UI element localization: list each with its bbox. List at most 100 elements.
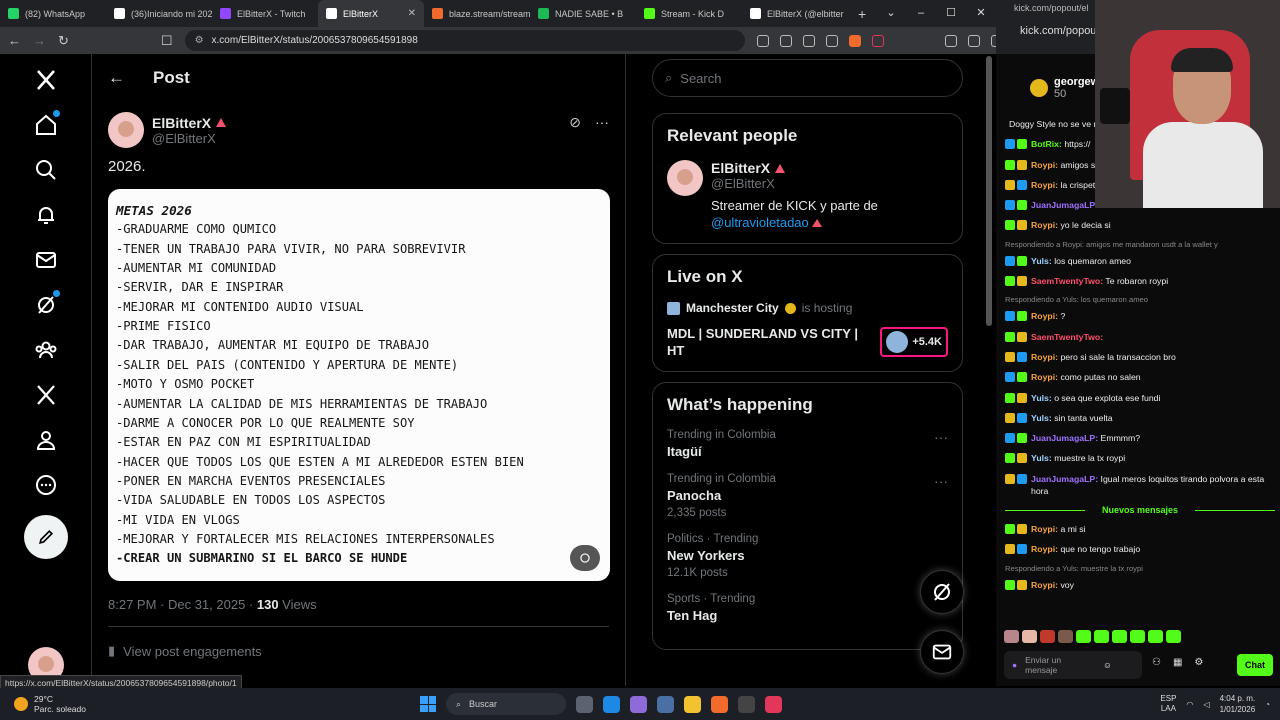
chat-input[interactable]: ● Enviar un mensaje ☺ (1004, 651, 1142, 679)
back-arrow-icon[interactable]: ← (108, 68, 125, 88)
chat-message[interactable]: Roypi: que no tengo trabajo (1005, 543, 1275, 555)
chat-username[interactable]: Roypi: (1031, 311, 1058, 321)
chat-message[interactable]: Roypi: a mi si (1005, 523, 1275, 535)
emote[interactable] (1076, 630, 1091, 643)
browser-tab[interactable]: (82) WhatsApp (0, 0, 106, 27)
chat-message[interactable]: JuanJumagaLP: Igual meros loquitos tiran… (1005, 473, 1275, 497)
chat-username[interactable]: Roypi: (1031, 372, 1058, 382)
relevant-person[interactable]: ElBitterX @ElBitterX Streamer de KICK y … (667, 160, 948, 231)
chat-message[interactable]: JuanJumagaLP: Emmmm? (1005, 432, 1275, 444)
trend-more-icon[interactable]: ··· (934, 473, 948, 489)
settings-icon[interactable]: ⚙ (1194, 657, 1203, 668)
trend-item[interactable]: Trending in Colombia Panocha 2,335 posts ··… (667, 473, 948, 519)
brave-rewards-icon[interactable] (871, 34, 884, 47)
author-handle[interactable]: @ElBitterX (152, 131, 226, 146)
emote[interactable] (1040, 630, 1055, 643)
chat-message[interactable]: Roypi: ? (1005, 310, 1275, 322)
x-logo-icon[interactable] (24, 58, 68, 102)
profile-icon[interactable] (24, 418, 68, 462)
notifications-bell-icon[interactable]: ◔ (1265, 700, 1270, 709)
wifi-icon[interactable]: ◠ (1186, 700, 1193, 709)
translate-icon[interactable] (779, 34, 792, 47)
browser-tab[interactable]: ElBitterX (@elbitter (742, 0, 848, 27)
grok-float-button[interactable] (920, 570, 964, 614)
home-icon[interactable] (24, 103, 68, 147)
chat-username[interactable]: Roypi: (1031, 524, 1058, 534)
taskbar-search[interactable]: ⌕ Buscar (446, 693, 566, 715)
premium-icon[interactable] (24, 373, 68, 417)
view-engagements-link[interactable]: ▮ View post engagements (108, 643, 609, 659)
browser-tab[interactable]: blaze.stream/stream (424, 0, 530, 27)
emote[interactable] (1112, 630, 1127, 643)
app-icon[interactable] (765, 695, 782, 713)
chat-message[interactable]: Roypi: pero si sale la transaccion bro (1005, 351, 1275, 363)
emote[interactable] (1166, 630, 1181, 643)
chat-message[interactable]: Yuls: sin tanta vuelta (1005, 412, 1275, 424)
emoji-icon[interactable]: ☺ (1103, 660, 1112, 670)
maximize-button[interactable]: ☐ (936, 0, 966, 27)
volume-icon[interactable]: ◁ (1203, 700, 1209, 709)
browser-tab[interactable]: NADIE SABE • B (530, 0, 636, 27)
author-name[interactable]: ElBitterX (152, 115, 211, 131)
grok-explain-icon[interactable]: ⊘ (569, 114, 581, 131)
messages-icon[interactable] (24, 238, 68, 282)
chat-username[interactable]: Roypi: (1031, 160, 1058, 170)
messages-float-button[interactable] (920, 630, 964, 674)
browser-tab[interactable]: ElBitterX ✕ (318, 0, 424, 27)
notifications-icon[interactable] (24, 193, 68, 237)
minimize-button[interactable]: – (906, 0, 936, 27)
more-icon[interactable] (24, 463, 68, 507)
obs-icon[interactable] (738, 695, 755, 713)
zoom-icon[interactable] (802, 34, 815, 47)
chat-username[interactable]: Yuls: (1031, 393, 1052, 403)
extension-icon-2[interactable] (944, 34, 957, 47)
chat-username[interactable]: Yuls: (1031, 256, 1052, 266)
chat-username[interactable]: Yuls: (1031, 413, 1052, 423)
close-window-button[interactable]: ✕ (966, 0, 996, 27)
chat-username[interactable]: Yuls: (1031, 453, 1052, 463)
chat-username[interactable]: JuanJumagaLP: (1031, 200, 1098, 210)
close-tab-icon[interactable]: ✕ (408, 8, 416, 19)
new-messages-divider[interactable]: Nuevos mensajes (1005, 505, 1275, 515)
trend-item[interactable]: Trending in Colombia Itagüí ··· (667, 429, 948, 459)
site-info-icon[interactable]: ⚙ (195, 35, 204, 46)
chat-username[interactable]: Roypi: (1031, 580, 1058, 590)
mic-icon[interactable]: ● (1012, 660, 1017, 670)
kick-user-chip[interactable]: georgew 50 (1030, 76, 1099, 100)
browser-tab[interactable]: (36)Iniciando mi 202 (106, 0, 212, 27)
chat-username[interactable]: BotRix: (1031, 139, 1062, 149)
chat-message[interactable]: Roypi: como putas no salen (1005, 371, 1275, 383)
live-host[interactable]: Manchester City is hosting (667, 301, 948, 315)
new-tab-button[interactable]: + (848, 0, 876, 27)
emote[interactable] (1022, 630, 1037, 643)
browser-tab[interactable]: ElBitterX - Twitch (212, 0, 318, 27)
post-image[interactable]: METAS 2026 -GRADUARME COMO QUMICO -TENER … (108, 189, 610, 581)
emote[interactable] (1004, 630, 1019, 643)
tab-search-icon[interactable]: ⌄ (876, 0, 906, 27)
person-avatar[interactable] (667, 160, 703, 196)
share-icon[interactable] (825, 34, 838, 47)
chat-username[interactable]: Roypi: (1031, 544, 1058, 554)
forward-icon[interactable]: → (33, 33, 46, 48)
store-icon[interactable] (657, 695, 674, 713)
copilot-icon[interactable] (630, 695, 647, 713)
chat-message[interactable]: Yuls: o sea que explota ese fundi (1005, 392, 1275, 404)
chat-username[interactable]: Roypi: (1031, 220, 1058, 230)
trend-more-icon[interactable]: ··· (934, 429, 948, 445)
communities-icon[interactable] (24, 328, 68, 372)
chat-message[interactable]: Roypi: voy (1005, 579, 1275, 591)
chat-message[interactable]: Roypi: yo le decia si (1005, 219, 1275, 231)
chat-username[interactable]: SaemTwentyTwo: (1031, 332, 1103, 342)
back-icon[interactable]: ← (8, 33, 21, 48)
brave-shield-icon[interactable] (848, 34, 861, 47)
post-more-icon[interactable]: ··· (595, 114, 609, 131)
post-timestamp[interactable]: 8:27 PM · Dec 31, 2025 · (108, 597, 257, 612)
explore-icon[interactable] (24, 148, 68, 192)
file-explorer-icon[interactable] (684, 695, 701, 713)
chat-username[interactable]: SaemTwentyTwo: (1031, 276, 1103, 286)
chat-username[interactable]: JuanJumagaLP: (1031, 433, 1098, 443)
bio-link[interactable]: @ultravioletadao (711, 215, 809, 230)
chat-message[interactable]: SaemTwentyTwo: (1005, 331, 1275, 343)
image-grok-button[interactable] (570, 545, 600, 571)
page-scrollbar[interactable] (986, 56, 992, 326)
